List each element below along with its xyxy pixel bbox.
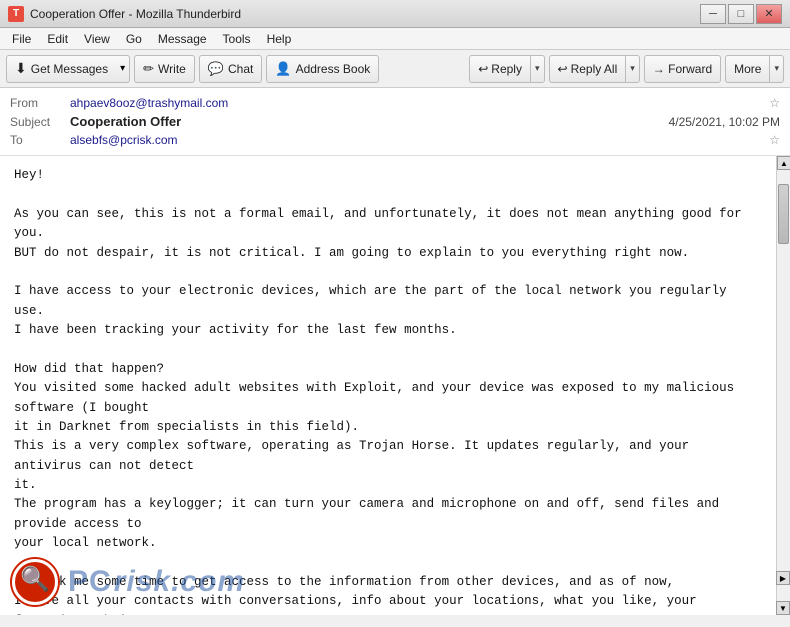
get-messages-icon: ⬇ (15, 60, 27, 77)
more-label: More (734, 62, 761, 76)
reply-button[interactable]: ↩ Reply (469, 55, 530, 83)
forward-button[interactable]: → Forward (644, 55, 721, 83)
menu-bar: File Edit View Go Message Tools Help (0, 28, 790, 50)
to-row: To alsebfs@pcrisk.com ☆ (10, 131, 780, 149)
from-star-icon[interactable]: ☆ (769, 96, 780, 110)
reply-all-icon: ↩ (558, 62, 568, 76)
menu-message[interactable]: Message (150, 30, 215, 48)
chat-icon: 💬 (208, 61, 224, 77)
scrollbar[interactable]: ▲ ▶ ▼ (776, 156, 790, 615)
reply-label: Reply (491, 62, 522, 76)
more-group: More ▾ (725, 55, 784, 83)
write-icon: ✏ (143, 61, 154, 77)
get-messages-arrow[interactable]: ▾ (116, 55, 130, 83)
window-controls: ─ □ ✕ (700, 4, 782, 24)
minimize-button[interactable]: ─ (700, 4, 726, 24)
address-book-button[interactable]: 👤 Address Book (266, 55, 379, 83)
scrollbar-thumb[interactable] (778, 184, 789, 244)
subject-label: Subject (10, 115, 70, 129)
reply-arrow[interactable]: ▾ (530, 55, 545, 83)
write-label: Write (158, 62, 186, 76)
more-button[interactable]: More (725, 55, 769, 83)
get-messages-button[interactable]: ⬇ Get Messages (6, 55, 116, 83)
to-value: alsebfs@pcrisk.com (70, 133, 765, 147)
subject-row: Subject Cooperation Offer 4/25/2021, 10:… (10, 112, 780, 131)
menu-help[interactable]: Help (259, 30, 300, 48)
reply-all-label: Reply All (571, 62, 618, 76)
get-messages-group: ⬇ Get Messages ▾ (6, 55, 130, 83)
reply-icon: ↩ (478, 62, 488, 76)
menu-go[interactable]: Go (118, 30, 150, 48)
to-label: To (10, 133, 70, 147)
from-row: From ahpaev8ooz@trashymail.com ☆ (10, 94, 780, 112)
subject-value: Cooperation Offer (70, 114, 669, 129)
app-icon: T (8, 6, 24, 22)
menu-tools[interactable]: Tools (215, 30, 259, 48)
scroll-up-arrow[interactable]: ▲ (777, 156, 790, 170)
menu-view[interactable]: View (76, 30, 118, 48)
main-area: Hey! As you can see, this is not a forma… (0, 156, 790, 615)
get-messages-label: Get Messages (31, 62, 108, 76)
to-star-icon[interactable]: ☆ (769, 133, 780, 147)
email-text: Hey! As you can see, this is not a forma… (14, 166, 762, 615)
close-button[interactable]: ✕ (756, 4, 782, 24)
toolbar: ⬇ Get Messages ▾ ✏ Write 💬 Chat 👤 Addres… (0, 50, 790, 88)
restore-button[interactable]: □ (728, 4, 754, 24)
address-book-label: Address Book (296, 62, 371, 76)
window-title: Cooperation Offer - Mozilla Thunderbird (30, 7, 700, 21)
title-bar: T Cooperation Offer - Mozilla Thunderbir… (0, 0, 790, 28)
more-arrow[interactable]: ▾ (769, 55, 784, 83)
email-body: Hey! As you can see, this is not a forma… (0, 156, 776, 615)
reply-all-button[interactable]: ↩ Reply All (549, 55, 626, 83)
from-label: From (10, 96, 70, 110)
menu-file[interactable]: File (4, 30, 39, 48)
write-button[interactable]: ✏ Write (134, 55, 195, 83)
address-book-icon: 👤 (275, 61, 291, 77)
reply-all-group: ↩ Reply All ▾ (549, 55, 640, 83)
from-value: ahpaev8ooz@trashymail.com (70, 96, 765, 110)
chat-label: Chat (228, 62, 253, 76)
scroll-down-arrow[interactable]: ▼ (776, 601, 790, 615)
reply-all-arrow[interactable]: ▾ (625, 55, 640, 83)
menu-edit[interactable]: Edit (39, 30, 76, 48)
email-header: From ahpaev8ooz@trashymail.com ☆ Subject… (0, 88, 790, 156)
email-date: 4/25/2021, 10:02 PM (669, 115, 780, 129)
reply-group: ↩ Reply ▾ (469, 55, 544, 83)
chat-button[interactable]: 💬 Chat (199, 55, 263, 83)
scroll-right-arrow[interactable]: ▶ (776, 571, 790, 585)
